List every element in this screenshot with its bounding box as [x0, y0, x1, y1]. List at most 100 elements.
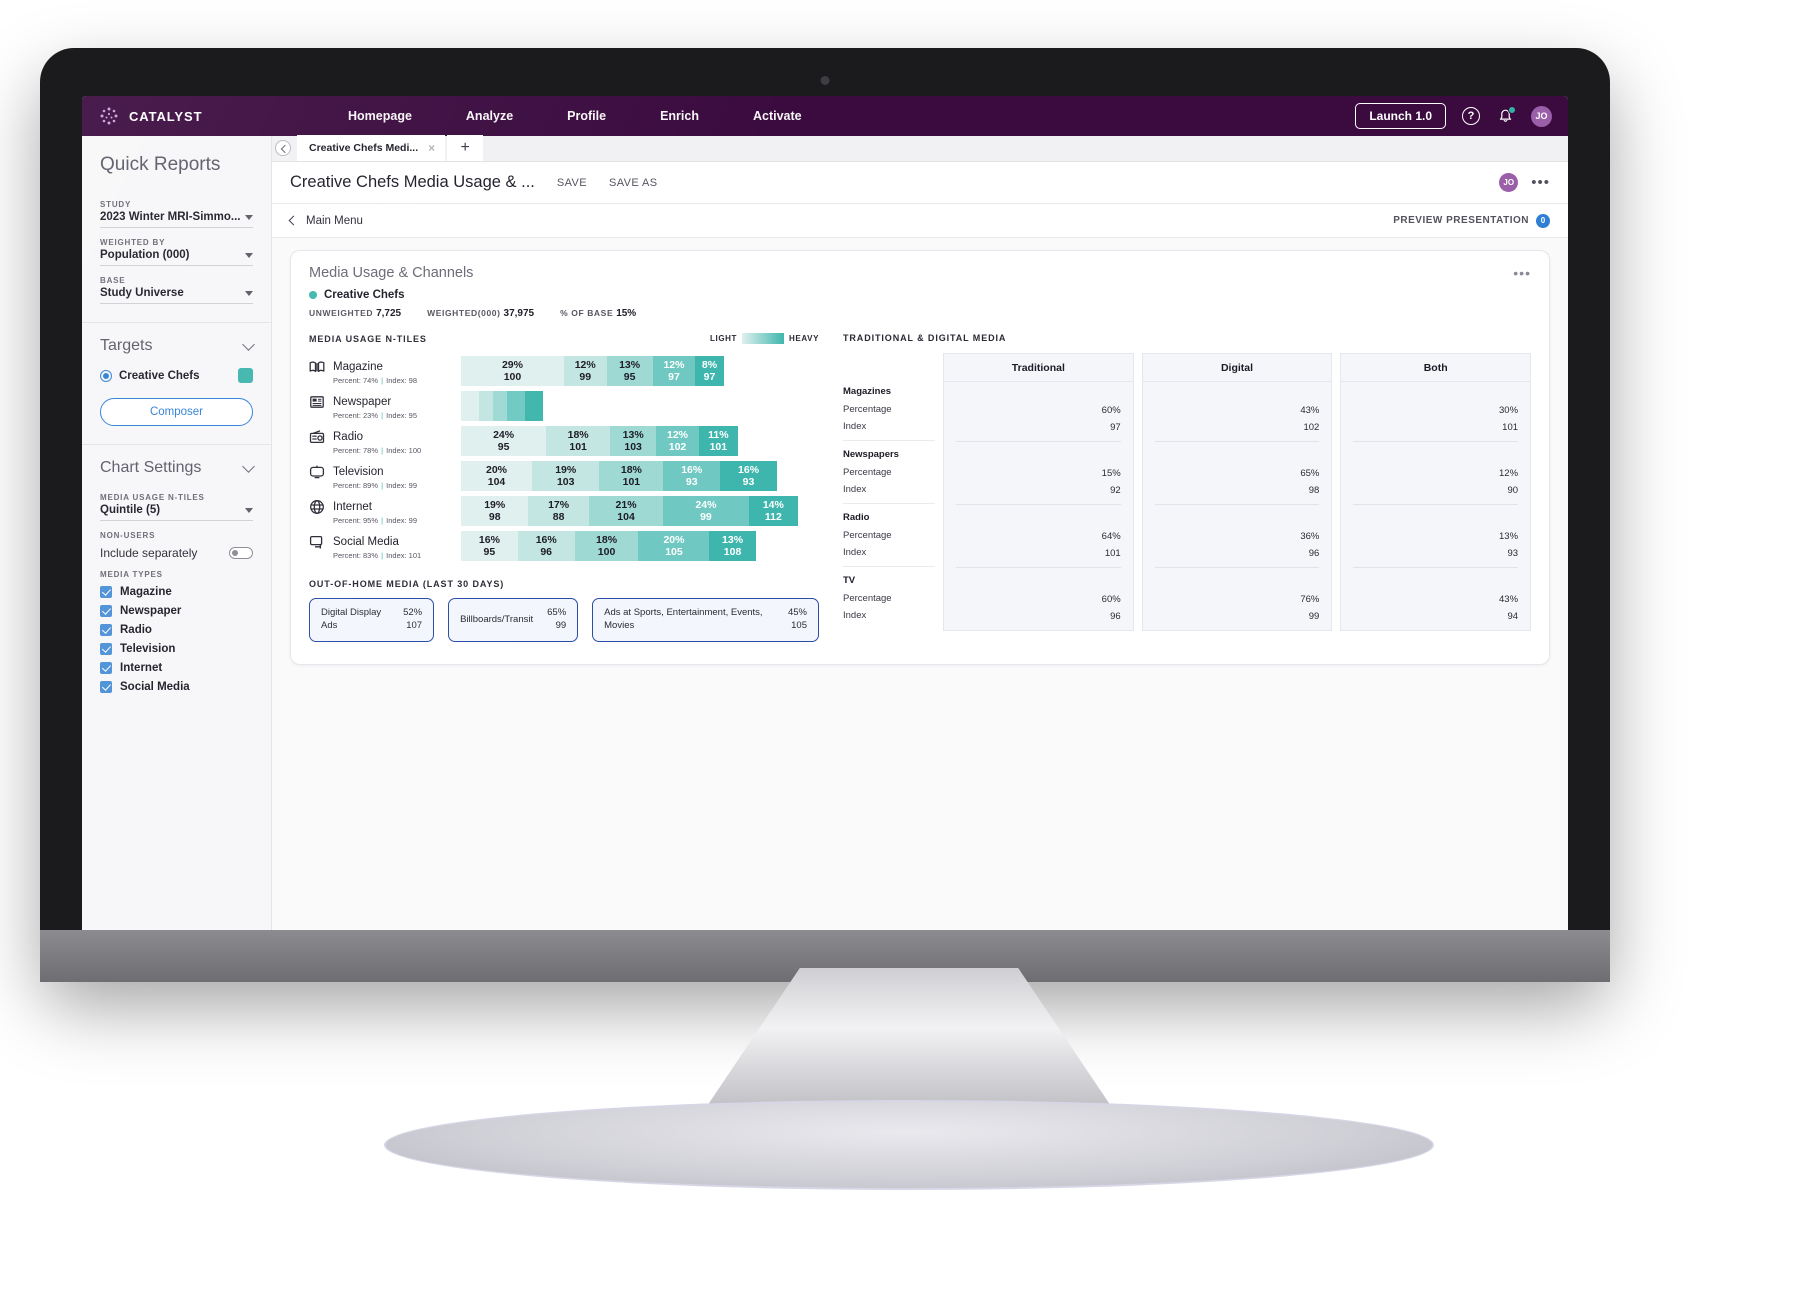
notifications-bell-icon[interactable]: [1496, 105, 1516, 126]
media-type-label: Newspaper: [120, 605, 182, 617]
ntile-segment[interactable]: 18% 101: [546, 426, 611, 456]
ntile-segment[interactable]: 14% 112: [748, 496, 799, 526]
ntile-segment[interactable]: [492, 391, 508, 421]
ntile-segment[interactable]: 16% 95: [461, 531, 518, 561]
ntile-segment[interactable]: 16% 93: [720, 461, 777, 491]
media-type-television[interactable]: Television: [100, 643, 253, 655]
ntile-sub: Percent: 95% | Index: 99: [333, 516, 418, 526]
document-header: Creative Chefs Media Usage & ... SAVE SA…: [272, 162, 1568, 204]
chart-settings-title: Chart Settings: [100, 459, 202, 476]
radio-icon[interactable]: [100, 369, 112, 382]
checkbox-icon[interactable]: [100, 605, 112, 617]
nav-link-analyze[interactable]: Analyze: [466, 109, 513, 123]
nav-link-profile[interactable]: Profile: [567, 109, 606, 123]
tdm-row-name: Percentage: [843, 530, 892, 541]
save-as-button[interactable]: SAVE AS: [609, 177, 657, 189]
nav-link-enrich[interactable]: Enrich: [660, 109, 699, 123]
ntile-segment[interactable]: [507, 391, 525, 421]
close-icon[interactable]: ×: [428, 141, 435, 155]
checkbox-icon[interactable]: [100, 586, 112, 598]
media-type-magazine[interactable]: Magazine: [100, 586, 253, 598]
target-color-swatch[interactable]: [238, 368, 253, 383]
segment-percent: 21%: [615, 498, 637, 511]
media-type-internet[interactable]: Internet: [100, 662, 253, 674]
tab-scroll-back-icon[interactable]: [275, 140, 291, 156]
brand-logo[interactable]: CATALYST: [98, 105, 298, 127]
tab-creative-chefs-media[interactable]: Creative Chefs Medi... ×: [297, 135, 446, 161]
composer-button[interactable]: Composer: [100, 398, 253, 426]
ntile-segment[interactable]: [478, 391, 493, 421]
out-of-home-card[interactable]: Digital Display Ads 52% 107: [309, 598, 435, 642]
ntile-segment[interactable]: 21% 104: [588, 496, 664, 526]
ntile-segment[interactable]: 20% 104: [461, 461, 532, 491]
ntile-segment[interactable]: 16% 96: [517, 531, 575, 561]
nav-link-homepage[interactable]: Homepage: [348, 109, 412, 123]
document-more-icon[interactable]: •••: [1531, 174, 1550, 191]
ntile-segment[interactable]: 13% 103: [610, 426, 657, 456]
ntile-stacked-bar[interactable]: 19% 98 17% 88 21% 104 24% 99 14% 112: [461, 496, 799, 526]
add-tab-icon[interactable]: +: [447, 135, 484, 161]
ntile-segment[interactable]: 12% 97: [652, 356, 696, 386]
ntiles-select[interactable]: Quintile (5): [100, 502, 253, 521]
ntile-segment[interactable]: 18% 101: [599, 461, 664, 491]
tdm-group-name: Radio: [843, 512, 870, 523]
ntile-segment[interactable]: 12% 99: [563, 356, 607, 386]
media-type-newspaper[interactable]: Newspaper: [100, 605, 253, 617]
save-button[interactable]: SAVE: [557, 177, 587, 189]
ntile-segment[interactable]: 8% 97: [695, 356, 724, 386]
ntile-segment[interactable]: [524, 391, 543, 421]
ntile-stacked-bar[interactable]: 29% 100 12% 99 13% 95 12% 97 8% 97: [461, 356, 724, 386]
user-avatar[interactable]: JO: [1531, 105, 1552, 127]
base-select[interactable]: Study Universe: [100, 285, 253, 304]
ntile-segment[interactable]: 17% 88: [528, 496, 589, 526]
ntile-segment[interactable]: 19% 98: [461, 496, 529, 526]
top-navigation-bar: CATALYST Homepage Analyze Profile Enrich…: [82, 96, 1568, 136]
weighted-by-select[interactable]: Population (000): [100, 247, 253, 266]
ntile-segment[interactable]: 13% 95: [606, 356, 653, 386]
target-item-creative-chefs[interactable]: Creative Chefs: [100, 368, 253, 383]
ntile-stacked-bar[interactable]: 16% 95 16% 96 18% 100 20% 105 13% 108: [461, 531, 756, 561]
ntile-segment[interactable]: 12% 102: [656, 426, 699, 456]
study-select[interactable]: 2023 Winter MRI-Simmo...: [100, 209, 253, 228]
launch-button[interactable]: Launch 1.0: [1355, 103, 1446, 129]
include-separately-toggle[interactable]: [229, 547, 253, 559]
out-of-home-card[interactable]: Billboards/Transit 65% 99: [448, 598, 579, 642]
main-menu-link[interactable]: Main Menu: [288, 215, 363, 227]
segment-percent: 12%: [663, 358, 685, 371]
tdm-cell-group: 43% 102: [1154, 384, 1320, 442]
tdm-row-name: Percentage: [843, 404, 892, 415]
document-avatar[interactable]: JO: [1499, 173, 1519, 192]
ntile-segment[interactable]: 20% 105: [638, 531, 710, 561]
ntile-segment[interactable]: 29% 100: [461, 356, 564, 386]
ntile-segment[interactable]: 16% 93: [663, 461, 721, 491]
segment-index: 95: [623, 371, 636, 383]
checkbox-icon[interactable]: [100, 643, 112, 655]
tdm-cell: 92: [1110, 485, 1121, 496]
ntile-segment[interactable]: 19% 103: [532, 461, 600, 491]
ntile-segment[interactable]: 24% 99: [663, 496, 749, 526]
ntile-segment[interactable]: 18% 100: [574, 531, 639, 561]
checkbox-icon[interactable]: [100, 662, 112, 674]
card-more-icon[interactable]: •••: [1513, 265, 1531, 281]
segment-percent: 20%: [485, 463, 507, 476]
magazine-icon: [309, 359, 325, 375]
ntile-stacked-bar[interactable]: 24% 95 18% 101 13% 103 12% 102 11% 101: [461, 426, 738, 456]
checkbox-icon[interactable]: [100, 624, 112, 636]
ntile-stacked-bar[interactable]: 20% 104 19% 103 18% 101 16% 93 16% 93: [461, 461, 777, 491]
chart-settings-section-header[interactable]: Chart Settings: [100, 445, 255, 483]
checkbox-icon[interactable]: [100, 681, 112, 693]
targets-section-header[interactable]: Targets: [100, 323, 255, 361]
nav-link-activate[interactable]: Activate: [753, 109, 802, 123]
ntile-segment[interactable]: 11% 101: [698, 426, 738, 456]
ntile-segment[interactable]: [461, 391, 479, 421]
out-of-home-card[interactable]: Ads at Sports, Entertainment, Events, Mo…: [592, 598, 819, 642]
ntile-segment[interactable]: 13% 108: [709, 531, 756, 561]
ntile-segment[interactable]: 24% 95: [461, 426, 547, 456]
media-type-social-media[interactable]: Social Media: [100, 681, 253, 693]
media-type-radio[interactable]: Radio: [100, 624, 253, 636]
help-icon[interactable]: ?: [1462, 107, 1480, 125]
ntile-stacked-bar[interactable]: [461, 391, 543, 421]
tdm-cell: 43%: [1499, 594, 1519, 605]
preview-presentation-button[interactable]: PREVIEW PRESENTATION: [1393, 215, 1529, 226]
tdm-cell: 43%: [1300, 405, 1320, 416]
